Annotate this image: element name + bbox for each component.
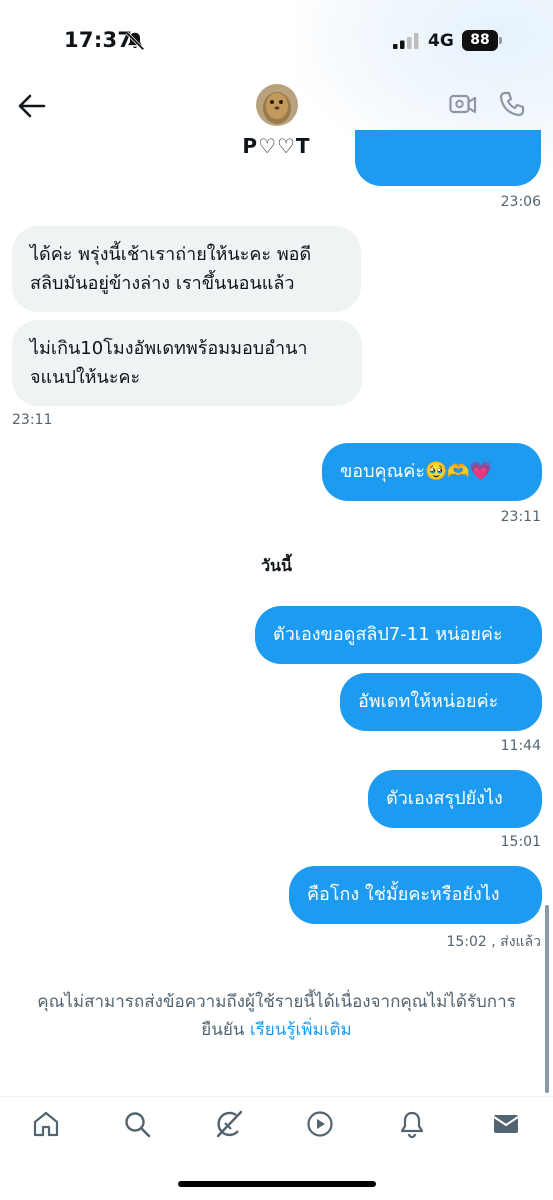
avatar[interactable]	[256, 84, 298, 126]
message-outgoing[interactable]: อัพเดทให้หน่อยค่ะ	[340, 673, 542, 731]
day-separator: วันนี้	[261, 556, 292, 575]
message-time: 23:11	[12, 412, 53, 428]
message-line: จแนปให้นะคะ	[30, 367, 141, 388]
home-icon[interactable]	[31, 1109, 61, 1139]
network-type: 4G	[428, 31, 454, 51]
message-outgoing[interactable]: คือโกง ใช่มั้ยคะหรือยังไง	[289, 866, 542, 924]
status-time: 17:37	[64, 28, 133, 52]
message-time: 23:11	[500, 509, 541, 525]
message-text: อัพเดทให้หน่อยค่ะ	[358, 691, 499, 712]
message-emoji: 🥹🫶💗	[425, 461, 493, 482]
message-line: ได้ค่ะ พรุ่งนี้เช้าเราถ่ายให้นะคะ พอดี	[30, 244, 312, 265]
message-text: คือโกง ใช่มั้ยคะหรือยังไง	[307, 884, 500, 905]
status-bar: 17:37 4G 88	[0, 0, 553, 80]
message-line: สลิบมันอยู่ข้างล่าง เราขึ้นนอนแล้ว	[30, 273, 295, 294]
signal-icon	[393, 33, 419, 49]
cannot-message-notice: คุณไม่สามารถส่งข้อความถึงผู้ใช้รายนี้ได้…	[0, 988, 553, 1044]
message-text: ตัวเองขอดูสลิป7-11 หน่อยค่ะ	[273, 624, 503, 645]
message-outgoing[interactable]: ตัวเองขอดูสลิป7-11 หน่อยค่ะ	[255, 606, 542, 664]
learn-more-link[interactable]: เรียนรู้เพิ่มเติม	[250, 1020, 352, 1040]
message-line: ไม่เกิน10โมงอัพเดทพร้อมมอบอำนา	[30, 338, 308, 359]
scrollbar[interactable]	[545, 905, 549, 1093]
notice-text-2: ยืนยัน	[201, 1020, 245, 1040]
grok-icon[interactable]	[214, 1109, 244, 1139]
battery-tip	[499, 37, 502, 44]
message-status: 15:02 , ส่งแล้ว	[446, 934, 541, 950]
message-time: 11:44	[500, 738, 541, 754]
search-icon[interactable]	[122, 1109, 152, 1139]
notice-text: คุณไม่สามารถส่งข้อความถึงผู้ใช้รายนี้ได้…	[37, 992, 516, 1012]
battery-icon: 88	[462, 30, 502, 52]
notifications-icon[interactable]	[397, 1109, 427, 1139]
video-icon[interactable]	[305, 1109, 335, 1139]
message-incoming[interactable]: ไม่เกิน10โมงอัพเดทพร้อมมอบอำนา จแนปให้นะ…	[12, 320, 362, 406]
phone-call-icon[interactable]	[498, 90, 526, 118]
message-text: ขอบคุณค่ะ	[340, 461, 425, 482]
message-incoming[interactable]: ได้ค่ะ พรุ่งนี้เช้าเราถ่ายให้นะคะ พอดี ส…	[12, 226, 361, 312]
video-call-icon[interactable]	[449, 92, 477, 118]
back-arrow-icon[interactable]	[16, 90, 48, 122]
message-time: 23:06	[500, 194, 541, 210]
battery-level: 88	[462, 30, 498, 51]
home-indicator	[178, 1181, 376, 1187]
notice-line-2: ยืนยัน เรียนรู้เพิ่มเติม	[0, 1016, 553, 1044]
message-outgoing[interactable]: ตัวเองสรุปยังไง	[368, 770, 542, 828]
messages-icon[interactable]	[491, 1109, 521, 1139]
message-time: 15:01	[500, 834, 541, 850]
message-outgoing[interactable]: ขอบคุณค่ะ🥹🫶💗	[322, 443, 542, 501]
message-outgoing-partial[interactable]	[355, 130, 541, 186]
bell-off-icon	[125, 31, 145, 51]
message-text: ตัวเองสรุปยังไง	[386, 788, 503, 809]
